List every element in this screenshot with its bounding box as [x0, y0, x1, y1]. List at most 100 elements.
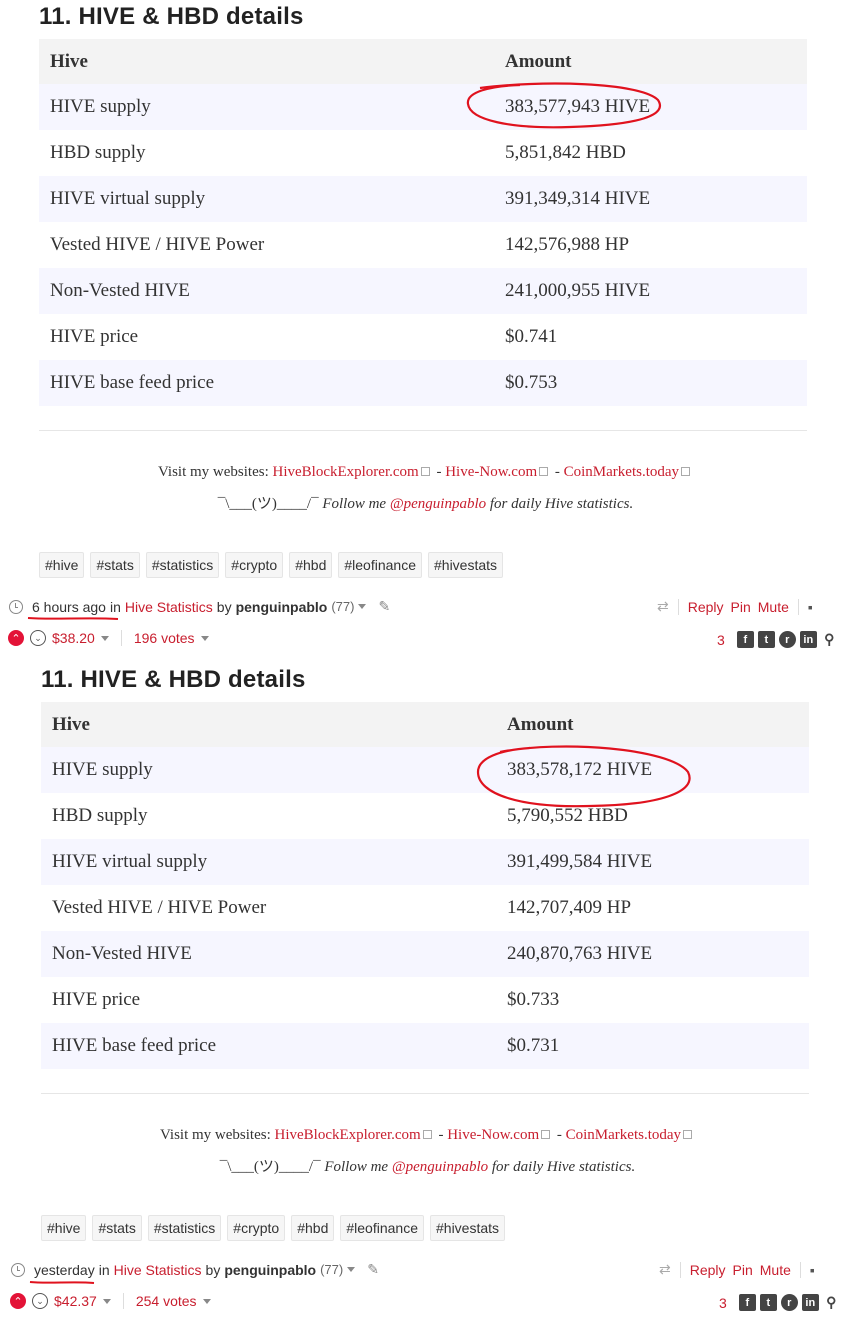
votes-count[interactable]: 196 votes [134, 630, 195, 646]
votes-chevron-icon[interactable] [200, 635, 209, 641]
reply-link[interactable]: Reply [690, 1262, 726, 1278]
comment-count[interactable]: 3 [719, 1295, 727, 1311]
table-header: Amount [494, 39, 807, 84]
mute-link[interactable]: Mute [758, 599, 789, 615]
link-coinmarkets[interactable]: CoinMarkets.today [566, 1127, 681, 1143]
reblog-icon[interactable]: ⇄ [659, 1261, 671, 1278]
twitter-icon[interactable]: t [759, 1294, 777, 1311]
table-row: HIVE base feed price $0.731 [41, 1023, 809, 1069]
link-icon[interactable]: ⚲ [821, 631, 838, 648]
websites-line: Visit my websites: HiveBlockExplorer.com… [0, 464, 851, 481]
link-hive-now[interactable]: Hive-Now.com [445, 464, 537, 480]
pencil-icon[interactable]: ✎ [378, 598, 390, 615]
downvote-icon[interactable]: ⌄ [30, 630, 46, 646]
payout-chevron-icon[interactable] [102, 1298, 111, 1304]
table-header-row: Hive Amount [41, 702, 809, 747]
mute-link[interactable]: Mute [760, 1262, 791, 1278]
external-link-icon [683, 1130, 693, 1139]
tag-statistics[interactable]: #statistics [145, 552, 220, 578]
tag-crypto[interactable]: #crypto [227, 1215, 286, 1241]
table-row: HBD supply 5,790,552 HBD [41, 793, 809, 839]
vote-bar: ⌃ ⌄ $38.20 196 votes [8, 630, 209, 646]
link-hiveblockexplorer[interactable]: HiveBlockExplorer.com [274, 1127, 420, 1143]
author-handle-link[interactable]: @penguinpablo [392, 1159, 488, 1175]
tag-leofinance[interactable]: #leofinance [340, 1215, 424, 1241]
table-cell: 142,576,988 HP [494, 222, 807, 268]
comments-icon[interactable]: ▪ [810, 1262, 815, 1278]
author-name[interactable]: penguinpablo [224, 1262, 316, 1278]
table-header: Amount [496, 702, 809, 747]
follow-line: ¯\___(ツ)____/¯ Follow me @penguinpablo f… [2, 1155, 851, 1176]
link-hive-now[interactable]: Hive-Now.com [447, 1127, 539, 1143]
table-row: HIVE price $0.733 [41, 977, 809, 1023]
author-menu-chevron-icon[interactable] [358, 604, 367, 609]
tag-hive[interactable]: #hive [39, 552, 85, 578]
tag-hivestats[interactable]: #hivestats [428, 552, 504, 578]
table-cell: HIVE base feed price [39, 360, 494, 406]
twitter-icon[interactable]: t [757, 631, 775, 648]
author-menu-chevron-icon[interactable] [347, 1267, 356, 1272]
table-row: HIVE price $0.741 [39, 314, 807, 360]
table-cell: Vested HIVE / HIVE Power [39, 222, 494, 268]
tag-hive[interactable]: #hive [41, 1215, 87, 1241]
separator: - [434, 1127, 448, 1143]
table-row: Vested HIVE / HIVE Power 142,707,409 HP [41, 885, 809, 931]
table-cell: $0.731 [496, 1023, 809, 1069]
facebook-icon[interactable]: f [738, 1294, 756, 1311]
table-row: HIVE virtual supply 391,349,314 HIVE [39, 176, 807, 222]
tag-leofinance[interactable]: #leofinance [338, 552, 422, 578]
external-link-icon [681, 467, 691, 476]
post-time[interactable]: 6 hours ago [32, 599, 106, 615]
tag-stats[interactable]: #stats [90, 552, 140, 578]
follow-label: Follow me [320, 1159, 392, 1175]
external-link-icon [420, 467, 430, 476]
payout-amount[interactable]: $38.20 [52, 630, 95, 646]
reblog-icon[interactable]: ⇄ [657, 598, 669, 615]
pencil-icon[interactable]: ✎ [367, 1261, 379, 1278]
table-cell: Non-Vested HIVE [39, 268, 494, 314]
votes-chevron-icon[interactable] [202, 1298, 211, 1304]
community-link[interactable]: Hive Statistics [125, 599, 213, 615]
downvote-icon[interactable]: ⌄ [32, 1293, 48, 1309]
votes-count[interactable]: 254 votes [136, 1293, 197, 1309]
author-handle-link[interactable]: @penguinpablo [390, 496, 486, 512]
table-cell: HIVE virtual supply [41, 839, 496, 885]
upvote-icon[interactable]: ⌃ [10, 1293, 26, 1309]
divider [679, 1261, 681, 1278]
table-header: Hive [39, 39, 494, 84]
comment-count[interactable]: 3 [717, 632, 725, 648]
tag-hbd[interactable]: #hbd [289, 552, 333, 578]
community-link[interactable]: Hive Statistics [114, 1262, 202, 1278]
linkedin-icon[interactable]: in [801, 1294, 819, 1311]
table-cell: HIVE base feed price [41, 1023, 496, 1069]
link-hiveblockexplorer[interactable]: HiveBlockExplorer.com [272, 464, 418, 480]
payout-amount[interactable]: $42.37 [54, 1293, 97, 1309]
table-row: HIVE virtual supply 391,499,584 HIVE [41, 839, 809, 885]
post-time[interactable]: yesterday [34, 1262, 95, 1278]
facebook-icon[interactable]: f [736, 631, 754, 648]
table-cell: 391,499,584 HIVE [496, 839, 809, 885]
table-cell: HIVE supply [41, 747, 496, 793]
tag-stats[interactable]: #stats [92, 1215, 142, 1241]
vote-bar: ⌃ ⌄ $42.37 254 votes [10, 1293, 211, 1309]
link-coinmarkets[interactable]: CoinMarkets.today [564, 464, 679, 480]
payout-chevron-icon[interactable] [100, 635, 109, 641]
comments-icon[interactable]: ▪ [808, 599, 813, 615]
pin-link[interactable]: Pin [731, 599, 751, 615]
link-icon[interactable]: ⚲ [823, 1294, 840, 1311]
reddit-icon[interactable]: r [780, 1294, 798, 1311]
tag-hbd[interactable]: #hbd [291, 1215, 335, 1241]
table-row: Vested HIVE / HIVE Power 142,576,988 HP [39, 222, 807, 268]
separator: - [551, 464, 564, 480]
tag-statistics[interactable]: #statistics [147, 1215, 222, 1241]
upvote-icon[interactable]: ⌃ [8, 630, 24, 646]
table-row: Non-Vested HIVE 240,870,763 HIVE [41, 931, 809, 977]
reply-link[interactable]: Reply [688, 599, 724, 615]
author-name[interactable]: penguinpablo [236, 599, 328, 615]
pin-link[interactable]: Pin [733, 1262, 753, 1278]
reddit-icon[interactable]: r [778, 631, 796, 648]
tag-hivestats[interactable]: #hivestats [430, 1215, 506, 1241]
linkedin-icon[interactable]: in [799, 631, 817, 648]
tag-crypto[interactable]: #crypto [225, 552, 284, 578]
follow-suffix: for daily Hive statistics. [486, 496, 634, 512]
